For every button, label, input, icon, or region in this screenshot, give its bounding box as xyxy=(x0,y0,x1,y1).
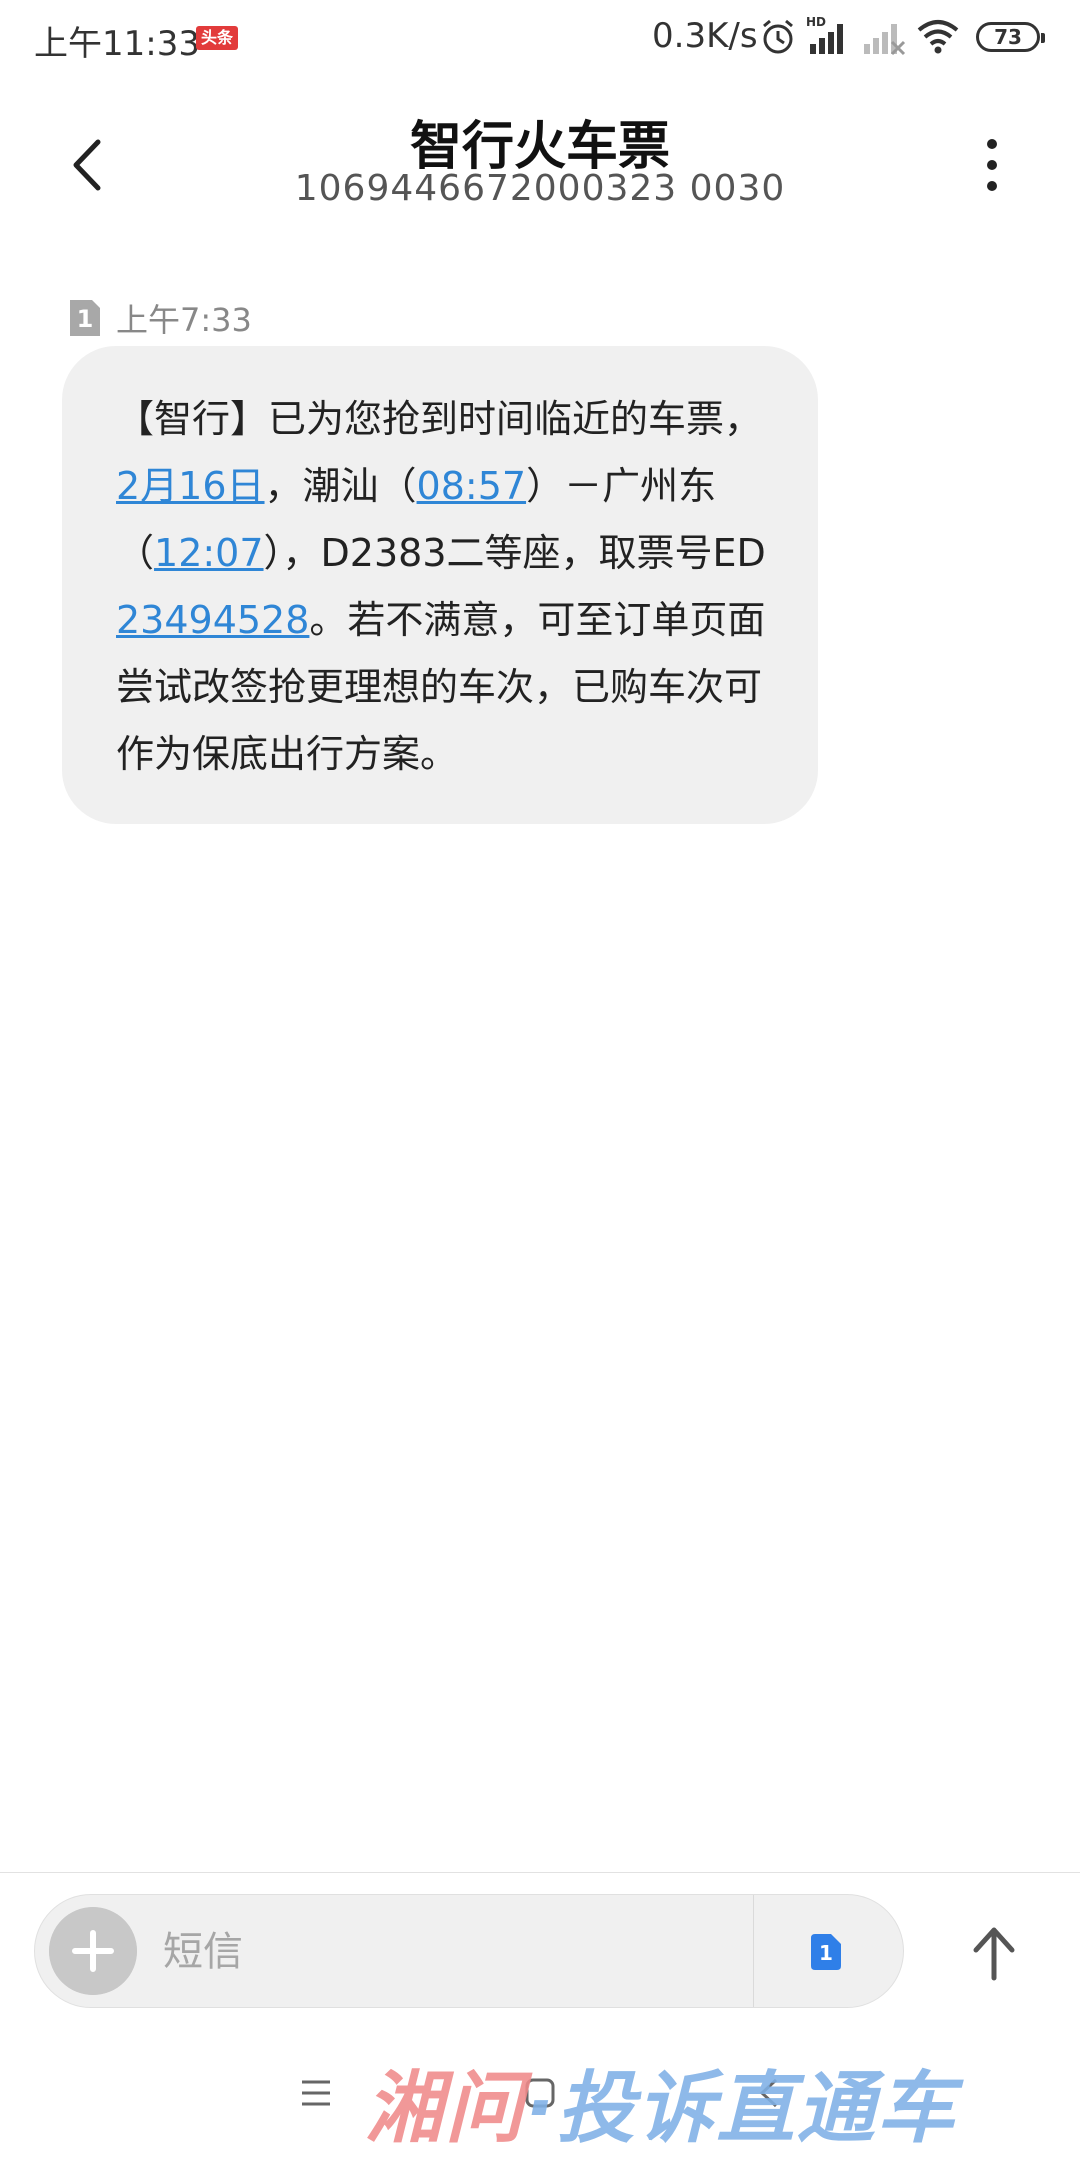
watermark-logo: 湘问·投诉直通车 xyxy=(365,2046,957,2158)
more-options-icon[interactable] xyxy=(962,130,1022,200)
contact-number: 1069446672000323 0030 xyxy=(294,168,786,209)
status-bar: 上午11:33 头条 0.3K/s HD 73 xyxy=(0,0,1080,78)
composer: 1 xyxy=(34,1894,904,2008)
message-text-segment: ，潮汕（ xyxy=(264,464,417,508)
sim-select-button[interactable]: 1 xyxy=(753,1895,906,2007)
send-button[interactable] xyxy=(964,1918,1024,1988)
toutiao-notification-icon: 头条 xyxy=(196,26,239,50)
message-text-segment: ），D2383二等座，取票号ED xyxy=(263,531,766,575)
message-text-segment: 【智行】已为您抢到时间临近的车票， xyxy=(116,397,763,441)
conversation-header: 智行火车票 1069446672000323 0030 xyxy=(0,90,1080,240)
menu-icon[interactable] xyxy=(298,2076,334,2110)
message-meta: 1 上午7:33 xyxy=(68,298,252,339)
network-speed: 0.3K/s xyxy=(652,16,758,56)
wifi-icon xyxy=(917,20,959,54)
message-link[interactable]: 08:57 xyxy=(417,464,527,508)
message-text: 【智行】已为您抢到时间临近的车票，2月16日，潮汕（08:57）－广州东（12:… xyxy=(116,386,772,788)
hd-signal-icon: HD xyxy=(806,15,843,54)
message-link[interactable]: 23494528 xyxy=(116,598,309,642)
message-link[interactable]: 2月16日 xyxy=(116,464,265,508)
watermark-part1: 湘问 xyxy=(365,2064,526,2154)
battery-icon: 73 xyxy=(976,22,1045,52)
sim-number: 1 xyxy=(76,305,94,333)
status-time: 上午11:33 xyxy=(34,24,200,64)
sim-select-number: 1 xyxy=(819,1941,833,1965)
alarm-icon xyxy=(763,19,793,54)
sms-input[interactable] xyxy=(161,1915,725,1989)
message-time: 上午7:33 xyxy=(116,301,252,339)
sim-card-icon: 1 xyxy=(68,298,102,338)
message-link[interactable]: 12:07 xyxy=(154,531,264,575)
svg-text:HD: HD xyxy=(806,15,826,29)
watermark-part2: ·投诉直通车 xyxy=(525,2064,957,2154)
composer-divider xyxy=(0,1872,1080,1873)
message-bubble[interactable]: 【智行】已为您抢到时间临近的车票，2月16日，潮汕（08:57）－广州东（12:… xyxy=(62,346,818,824)
signal-off-icon xyxy=(864,24,906,56)
add-attachment-button[interactable] xyxy=(49,1907,137,1995)
